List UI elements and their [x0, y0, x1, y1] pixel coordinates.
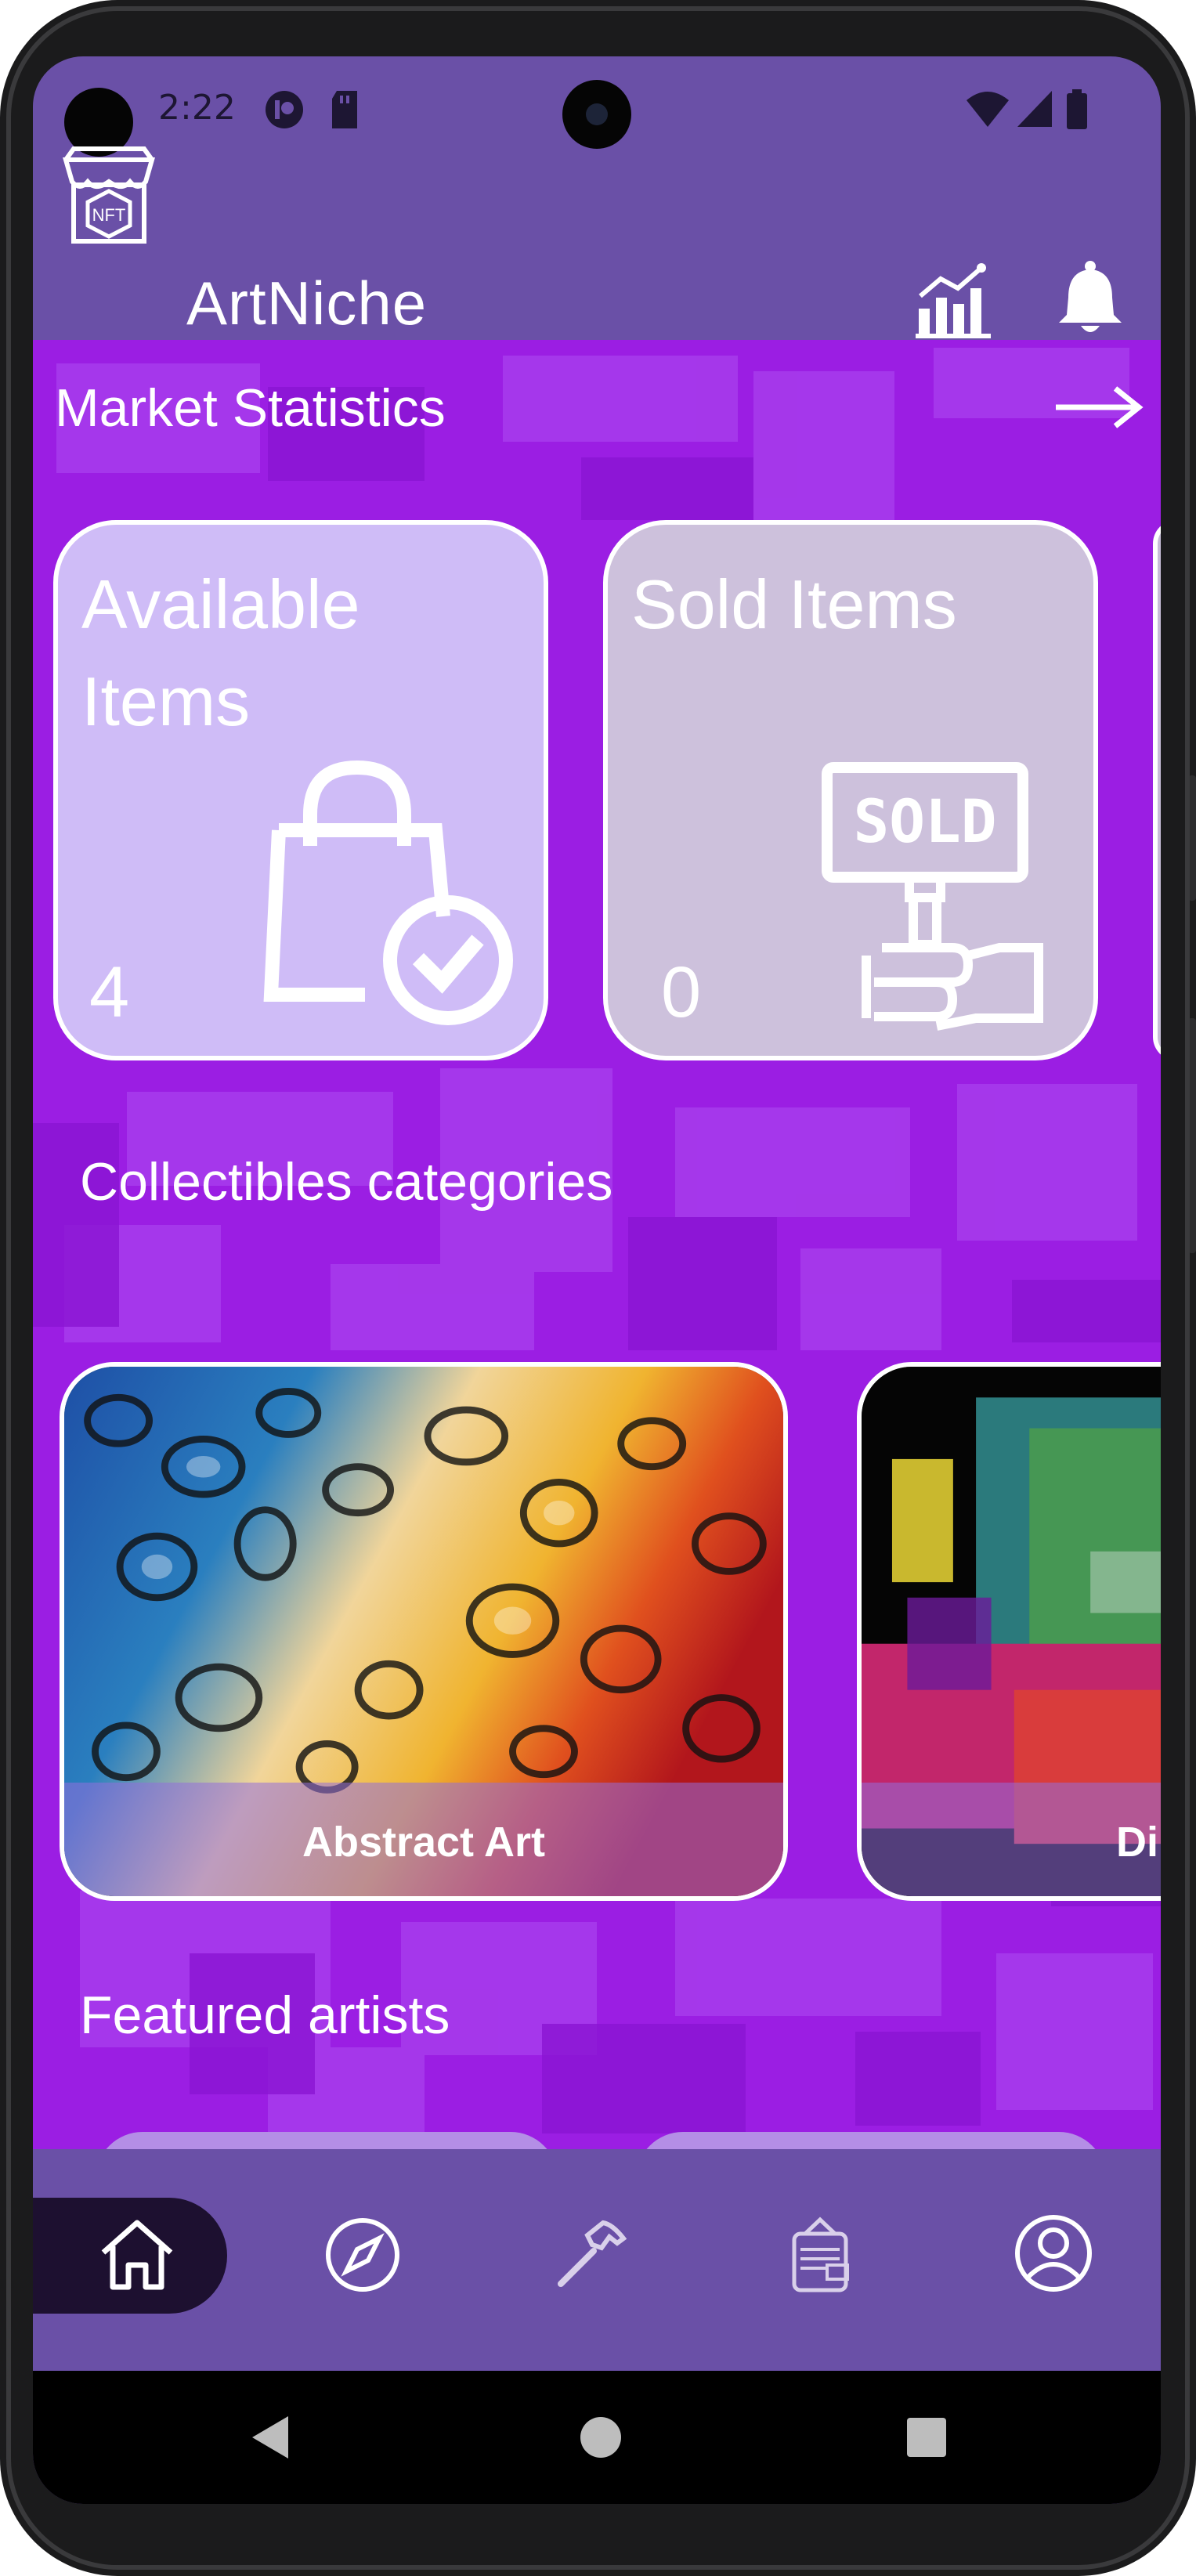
system-navigation-bar [33, 2371, 1161, 2504]
app-title: ArtNiche [186, 269, 428, 338]
featured-artist-card[interactable] [636, 2132, 1106, 2149]
recents-icon[interactable] [899, 2410, 954, 2465]
available-items-label: Available Items [81, 565, 360, 740]
back-icon[interactable] [244, 2410, 299, 2465]
home-icon[interactable] [94, 2212, 180, 2298]
hammer-icon[interactable] [547, 2212, 633, 2298]
sold-sign-hand-icon: SOLD [822, 762, 1043, 1031]
shopping-bag-check-icon [263, 760, 513, 1025]
available-items-count: 4 [89, 952, 130, 1032]
sold-items-card[interactable]: Sold Items 0 SOLD [603, 520, 1098, 1060]
app-bar: NFT ArtNiche [33, 56, 1161, 338]
collectibles-categories-title: Collectibles categories [80, 1152, 613, 1212]
category-label-abstract-art: Abstract Art [302, 1819, 546, 1866]
sold-items-label: Sold Items [631, 565, 957, 643]
profile-icon[interactable] [1010, 2210, 1097, 2296]
category-card-abstract-art[interactable]: Abstract Art [60, 1362, 788, 1901]
market-statistics-title: Market Statistics [55, 378, 446, 438]
featured-artist-card[interactable] [96, 2132, 558, 2149]
svg-text:NFT: NFT [92, 205, 126, 225]
nft-wallet-icon[interactable] [777, 2210, 863, 2296]
notifications-bell-icon[interactable] [1051, 258, 1129, 337]
sold-items-count: 0 [661, 952, 702, 1032]
compass-icon[interactable] [320, 2212, 406, 2298]
category-label-digital-art: Di [1116, 1819, 1158, 1866]
home-circle-icon[interactable] [573, 2410, 628, 2465]
arrow-right-icon[interactable] [1051, 384, 1145, 431]
svg-text:SOLD: SOLD [853, 786, 996, 856]
statistics-icon[interactable] [914, 262, 992, 340]
nft-store-logo: NFT [63, 146, 155, 244]
screen: 2:22 NFT ArtNiche Market Statistics Avai… [33, 56, 1161, 2504]
volume-button [1188, 1018, 1196, 1253]
bottom-navigation [33, 2149, 1161, 2371]
power-button [1188, 775, 1196, 901]
phone-frame: 2:22 NFT ArtNiche Market Statistics Avai… [0, 0, 1196, 2576]
home-content[interactable]: Market Statistics Available Items 4 Sold… [33, 340, 1161, 2149]
next-stat-card-peek[interactable] [1153, 520, 1161, 1060]
available-items-card[interactable]: Available Items 4 [53, 520, 548, 1060]
category-card-digital-art[interactable]: Di [857, 1362, 1161, 1901]
featured-artists-title: Featured artists [80, 1985, 450, 2045]
